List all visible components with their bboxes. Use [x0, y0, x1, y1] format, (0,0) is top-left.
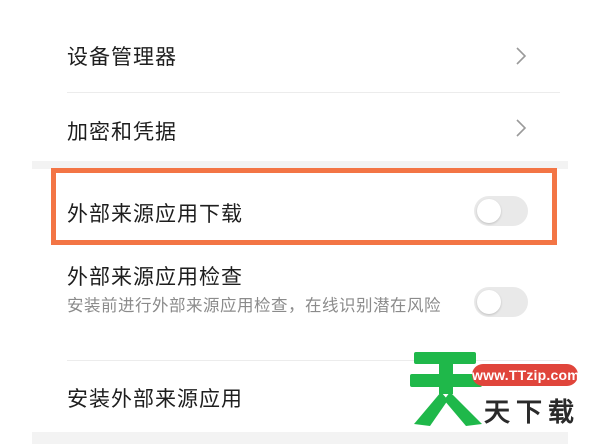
section-separator: [32, 432, 568, 444]
install-external-label: 安装外部来源应用: [67, 387, 243, 411]
chevron-right-icon: [516, 47, 527, 65]
watermark-logo-icon: [410, 352, 482, 426]
watermark-url-badge: www.TTzip.com: [472, 364, 580, 386]
credentials-label: 加密和凭据: [67, 120, 177, 144]
device-manager-label: 设备管理器: [67, 45, 177, 69]
watermark-text: 天下载: [484, 398, 581, 428]
external-check-label: 外部来源应用检查: [67, 265, 243, 289]
toggle-knob: [477, 290, 501, 314]
external-check-description: 安装前进行外部来源应用检查，在线识别潜在风险: [67, 296, 441, 315]
highlight-box: [51, 168, 557, 245]
chevron-right-icon: [516, 119, 527, 137]
settings-item-external-check[interactable]: 外部来源应用检查 安装前进行外部来源应用检查，在线识别潜在风险: [0, 245, 600, 360]
external-check-toggle[interactable]: [474, 287, 528, 317]
settings-item-credentials[interactable]: 加密和凭据: [0, 93, 600, 161]
settings-item-device-manager[interactable]: 设备管理器: [0, 0, 600, 92]
